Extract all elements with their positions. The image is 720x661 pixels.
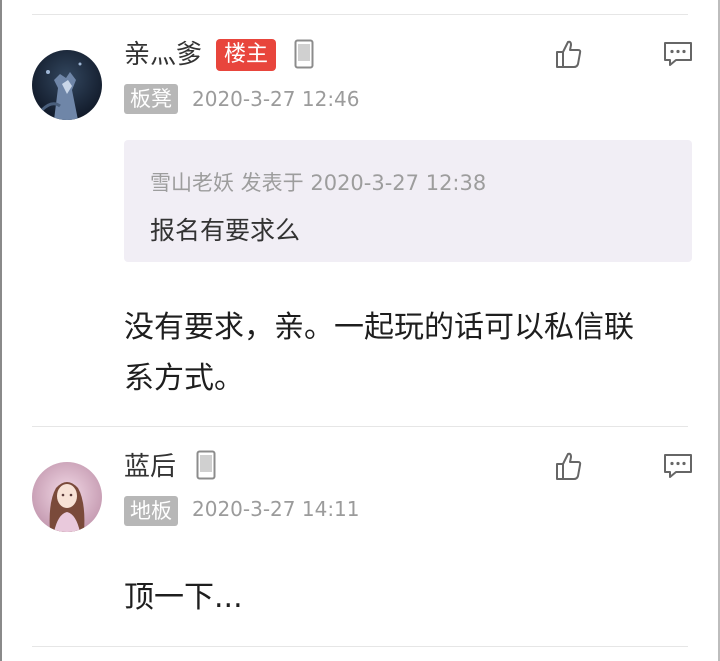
username[interactable]: 亲灬爹 xyxy=(124,38,202,72)
thumbs-up-icon[interactable] xyxy=(552,38,584,70)
divider xyxy=(32,426,688,427)
post-content: 没有要求，亲。一起玩的话可以私信联 系方式。 xyxy=(124,302,684,404)
post-timestamp: 2020-3-27 12:46 xyxy=(192,87,360,111)
phone-icon xyxy=(294,39,314,69)
avatar[interactable] xyxy=(32,50,102,120)
quote-author-line: 雪山老妖 发表于 2020-3-27 12:38 xyxy=(150,171,487,195)
comment-icon[interactable] xyxy=(662,38,694,70)
host-badge: 楼主 xyxy=(216,39,277,71)
quote-text: 报名有要求么 xyxy=(150,216,301,245)
post-timestamp: 2020-3-27 14:11 xyxy=(192,497,360,521)
post-content-line: 系方式。 xyxy=(124,361,244,396)
divider xyxy=(32,14,688,15)
divider xyxy=(32,646,688,647)
phone-icon xyxy=(196,450,216,480)
floor-badge: 地板 xyxy=(124,496,178,526)
post-content-line: 没有要求，亲。一起玩的话可以私信联 xyxy=(124,310,634,345)
floor-badge: 板凳 xyxy=(124,84,178,114)
thumbs-up-icon[interactable] xyxy=(552,450,584,482)
avatar-image xyxy=(32,50,102,120)
avatar-image xyxy=(32,462,102,532)
comment-icon[interactable] xyxy=(662,450,694,482)
thread-view: 亲灬爹 楼主 板凳 2020-3-27 12:46 雪山老妖 发表于 2020-… xyxy=(0,0,720,661)
post-content: 顶一下... xyxy=(124,572,684,623)
avatar[interactable] xyxy=(32,462,102,532)
username[interactable]: 蓝后 xyxy=(124,450,176,484)
quoted-reply: 雪山老妖 发表于 2020-3-27 12:38 报名有要求么 xyxy=(124,140,692,262)
post-content-line: 顶一下... xyxy=(124,580,243,615)
